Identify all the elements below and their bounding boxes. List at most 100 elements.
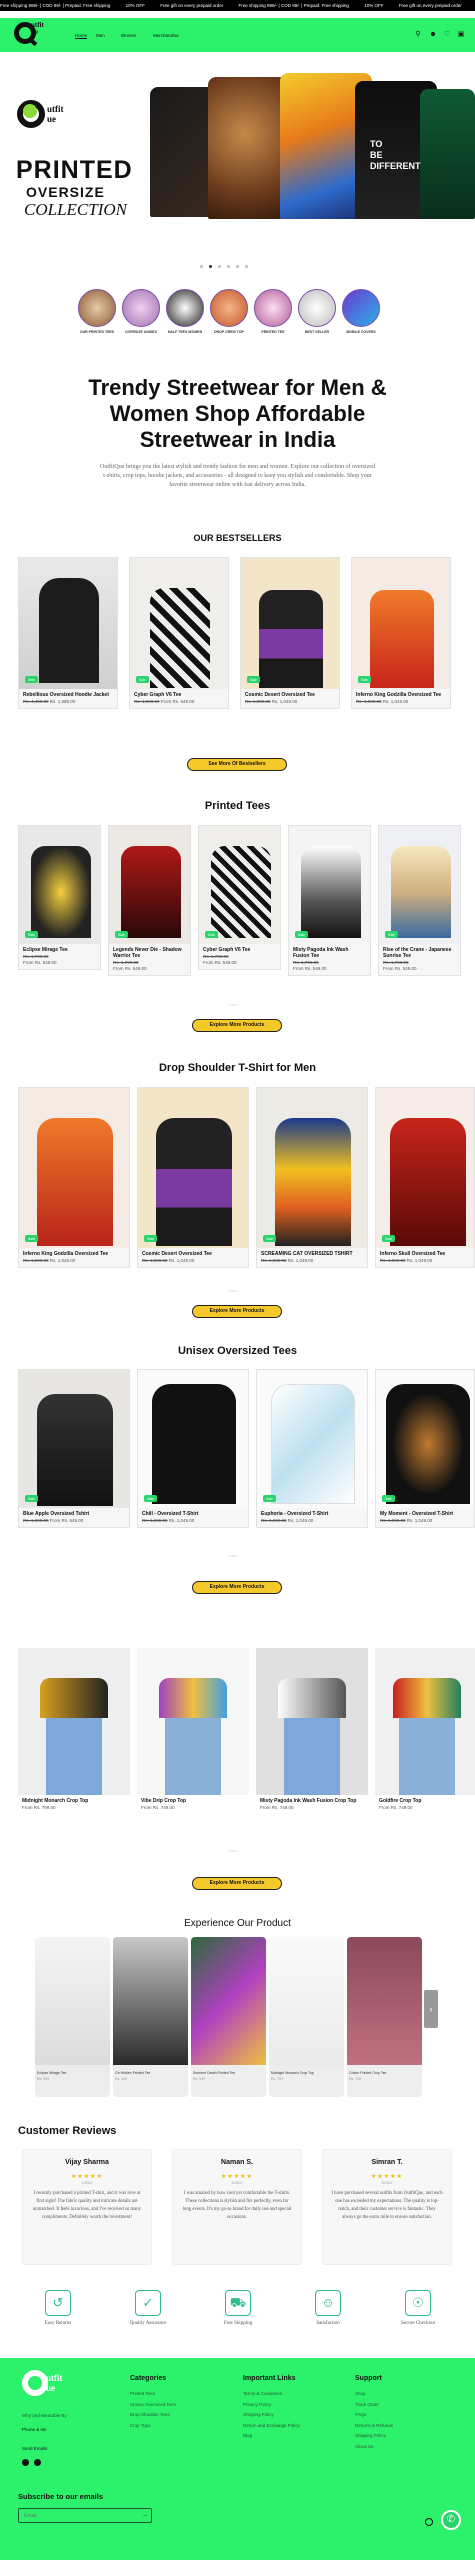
user-icon[interactable]: ☻ <box>429 31 437 39</box>
product-card[interactable]: Sale Cosmic Desert Oversized Tee Rs. 1,999… <box>240 557 340 709</box>
instagram-icon[interactable] <box>34 2459 41 2466</box>
product-card[interactable]: Sale Inferno King Godzilla Oversized Tee R… <box>18 1087 130 1268</box>
subscribe-email-input[interactable] <box>18 2508 152 2523</box>
facebook-icon[interactable] <box>22 2459 29 2466</box>
product-card[interactable]: Sale Eclipse Mirage Tee Rs. 1,799.00 From R… <box>18 825 101 970</box>
nav-men[interactable]: Men <box>96 33 105 38</box>
see-more-bestsellers-button[interactable]: See More Of Bestsellers <box>187 758 287 771</box>
product-card[interactable]: Goldfire Crop Top From Rs. 749.00 <box>375 1648 475 1814</box>
product-card[interactable]: Sale Legends Never Die - Shadow Warrior T… <box>108 825 191 976</box>
category-item[interactable]: PRINTED TEE <box>254 289 292 334</box>
product-name[interactable]: SCREAMING CAT OVERSIZED TSHIRT <box>257 1248 367 1258</box>
product-card[interactable]: Sale Cyber Graph V6 Tee Rs. 1,999.00 From … <box>129 557 229 709</box>
whatsapp-icon[interactable]: ✆ <box>441 2510 461 2530</box>
footer-link[interactable]: Unisex Oversized Tees <box>130 2402 176 2407</box>
explore-printed-button[interactable]: Explore More Products <box>192 1019 282 1032</box>
product-card[interactable]: Sale Cosmic Desert Oversized Tee Rs. 1,999… <box>137 1087 249 1268</box>
product-name[interactable]: Goldfire Crop Top <box>375 1795 475 1805</box>
product-name[interactable]: Misty Pagoda Ink Wash Fusion Tee <box>289 944 370 960</box>
footer-link[interactable]: Crop Tops <box>130 2423 176 2428</box>
product-name[interactable]: Inferno Skull Oversized Tee <box>376 1248 474 1258</box>
footer-link[interactable]: Terms & Conditions <box>243 2391 300 2396</box>
footer-link[interactable]: Shipping Policy <box>243 2412 300 2417</box>
product-name[interactable]: My Moment - Oversized T-Shirt <box>376 1508 474 1518</box>
product-card[interactable]: Sale Rise of the Crane - Japanese Sunrise… <box>378 825 461 976</box>
product-card[interactable]: Sale Inferno Skull Oversized Tee Rs. 1,999… <box>375 1087 475 1268</box>
nav-women[interactable]: Women <box>121 33 136 38</box>
explore-unisex-button[interactable]: Explore More Products <box>192 1581 282 1594</box>
explore-drop-shoulder-button[interactable]: Explore More Products <box>192 1305 282 1318</box>
hero-dot[interactable] <box>227 265 230 268</box>
product-card[interactable]: Vibe Drip Crop Top From Rs. 749.00 <box>137 1648 249 1814</box>
explore-crop-tops-button[interactable]: Explore More Products <box>192 1877 282 1890</box>
product-name[interactable]: Cyber Graph V6 Tee <box>199 944 280 954</box>
product-name[interactable]: Cyber Graph V6 Tee <box>130 689 228 699</box>
product-name[interactable]: Cosmic Desert Oversized Tee <box>138 1248 248 1258</box>
category-item[interactable]: OVERSIZE UNISEX <box>122 289 160 334</box>
product-name[interactable]: Eclipse Mirage Tee <box>19 944 100 954</box>
video-card[interactable]: Midnight Monarch Crop Top Rs. 799 <box>269 1937 344 2097</box>
category-item[interactable]: MOBILE COVERS <box>342 289 380 334</box>
footer-link[interactable]: Returns & Refunds <box>355 2423 393 2428</box>
product-card[interactable]: Midnight Monarch Crop Top From Rs. 799.00 <box>18 1648 130 1814</box>
product-name[interactable]: Rise of the Crane - Japanese Sunrise Tee <box>379 944 460 960</box>
product-name[interactable]: Inferno King Godzilla Oversized Tee <box>352 689 450 699</box>
product-card[interactable]: Sale Cyber Graph V6 Tee Rs. 1,799.00 From R… <box>198 825 281 970</box>
footer-link[interactable]: Shipping Policy <box>355 2433 393 2438</box>
hero-dot[interactable] <box>218 265 221 268</box>
product-card[interactable]: Sale Chill - Oversized T-Shirt Rs. 1,999.0… <box>137 1369 249 1528</box>
product-name[interactable]: Midnight Monarch Crop Top <box>18 1795 130 1805</box>
product-card[interactable]: Sale Misty Pagoda Ink Wash Fusion Tee Rs. … <box>288 825 371 976</box>
product-name[interactable]: Misty Pagoda Ink Wash Fusion Crop Top <box>256 1795 368 1805</box>
footer-link[interactable]: Shop <box>355 2391 393 2396</box>
footer-link[interactable]: Return and Exchange Policy <box>243 2423 300 2428</box>
search-icon[interactable]: ⚲ <box>414 31 422 39</box>
video-card[interactable]: Cotton Printed Crop Tee Rs. 749 <box>347 1937 422 2097</box>
product-name[interactable]: Legends Never Die - Shadow Warrior Tee <box>109 944 190 960</box>
hero-dot-active[interactable] <box>209 265 212 268</box>
chat-icon[interactable] <box>425 2518 433 2526</box>
category-item[interactable]: BEST SELLER <box>298 289 336 334</box>
product-card[interactable]: Misty Pagoda Ink Wash Fusion Crop Top Fro… <box>256 1648 368 1814</box>
product-name[interactable]: Vibe Drip Crop Top <box>137 1795 249 1805</box>
product-name[interactable]: Blue Apple Oversized Tshirt <box>19 1508 129 1518</box>
footer-link[interactable]: About Us <box>355 2444 393 2449</box>
video-card[interactable]: Eclipse Mirage Tee Rs. 549 <box>35 1937 110 2097</box>
product-card[interactable]: Sale SCREAMING CAT OVERSIZED TSHIRT Rs. 1,… <box>256 1087 368 1268</box>
product-card[interactable]: Sale Rebellious Oversized Hoodie Jacket Rs… <box>18 557 118 709</box>
nav-home[interactable]: Home <box>75 33 87 38</box>
footer-logo[interactable]: utfit ue <box>22 2370 63 2404</box>
carousel-pagination[interactable]: ‹ • • › <box>229 1848 238 1853</box>
product-card[interactable]: Sale Blue Apple Oversized Tshirt Rs. 1,999… <box>18 1369 130 1528</box>
nav-merchandise[interactable]: Merchandise <box>153 33 179 38</box>
category-item[interactable]: DROP CREW TOP <box>210 289 248 334</box>
video-next-arrow[interactable]: › <box>424 1990 438 2028</box>
carousel-pagination[interactable]: ‹ • • › <box>229 1002 238 1007</box>
product-name[interactable]: Inferno King Godzilla Oversized Tee <box>19 1248 129 1258</box>
product-name[interactable]: Cosmic Desert Oversized Tee <box>241 689 339 699</box>
product-card[interactable]: Sale Inferno King Godzilla Oversized Tee R… <box>351 557 451 709</box>
hero-dot[interactable] <box>236 265 239 268</box>
footer-link[interactable]: Printed Tees <box>130 2391 176 2396</box>
hero-dot[interactable] <box>245 265 248 268</box>
video-card[interactable]: Summer Death Printed Tee Rs. 549 <box>191 1937 266 2097</box>
subscribe-arrow-icon[interactable]: → <box>142 2512 148 2518</box>
product-card[interactable]: Sale My Moment - Oversized T-Shirt Rs. 1,9… <box>375 1369 475 1528</box>
product-card[interactable]: Sale Euphoria - Oversized T-Shirt Rs. 1,99… <box>256 1369 368 1528</box>
footer-email[interactable]: Send Emails <box>22 2446 47 2451</box>
product-name[interactable]: Rebellious Oversized Hoodie Jacket <box>19 689 117 699</box>
footer-link[interactable]: Privacy Policy <box>243 2402 300 2407</box>
category-item[interactable]: OUR PRINTED TEES <box>78 289 116 334</box>
heart-icon[interactable]: ♡ <box>443 31 451 39</box>
footer-link[interactable]: FAQs <box>355 2412 393 2417</box>
cart-icon[interactable]: ▣ <box>457 31 465 39</box>
site-logo[interactable]: utfit ue <box>14 20 46 50</box>
carousel-pagination[interactable]: ‹ • • › <box>229 1288 238 1293</box>
product-name[interactable]: Euphoria - Oversized T-Shirt <box>257 1508 367 1518</box>
product-name[interactable]: Chill - Oversized T-Shirt <box>138 1508 248 1518</box>
footer-link[interactable]: Drop Shoulder Tees <box>130 2412 176 2417</box>
footer-link[interactable]: Blog <box>243 2433 300 2438</box>
footer-link[interactable]: Track Order <box>355 2402 393 2407</box>
hero-pagination[interactable] <box>200 265 248 268</box>
hero-dot[interactable] <box>200 265 203 268</box>
